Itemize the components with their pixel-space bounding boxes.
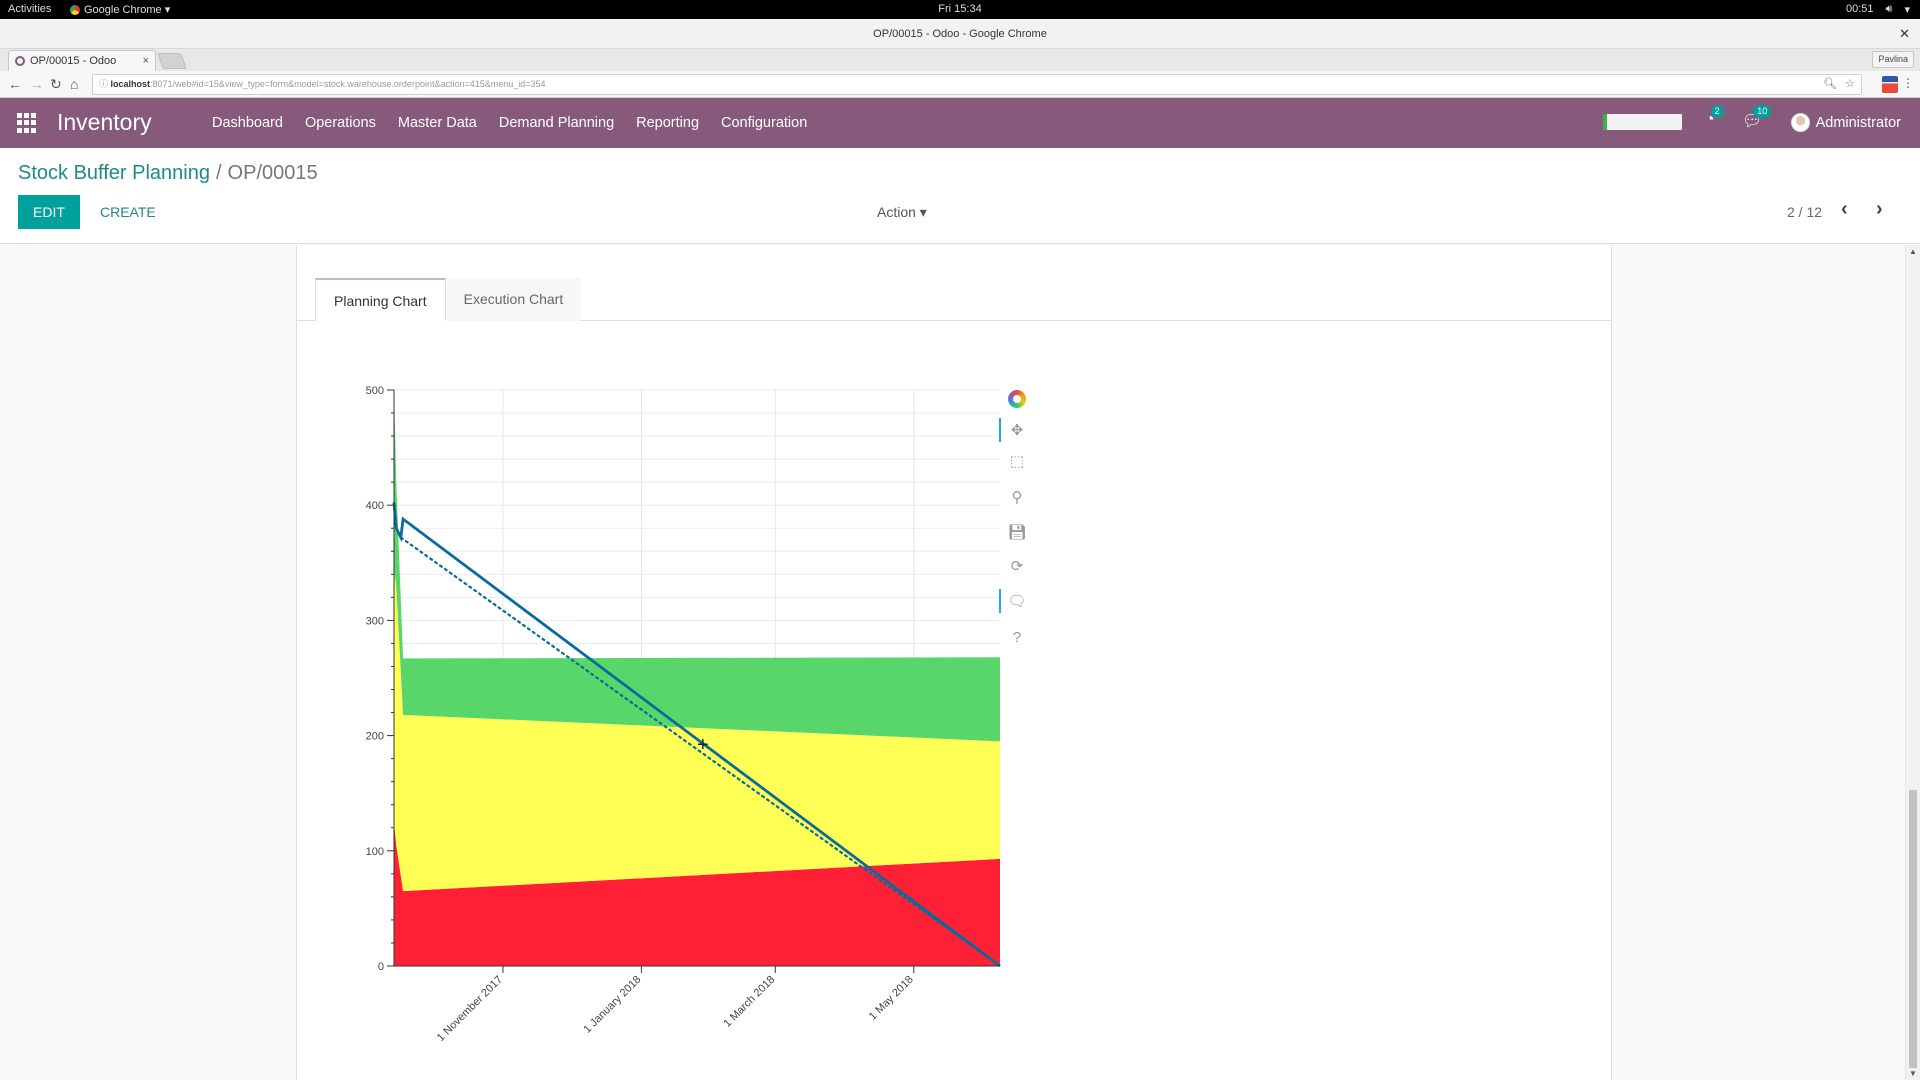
chrome-menu-icon[interactable]: ⋮ [1902, 76, 1914, 90]
app-menu[interactable]: Google Chrome ▾ [70, 3, 170, 16]
reload-icon[interactable]: ↻ [50, 75, 62, 93]
system-status[interactable]: 00:51 🔊︎ ▾ [1846, 3, 1910, 16]
os-top-bar: Activities Google Chrome ▾ Fri 15:34 00:… [0, 0, 1920, 19]
user-menu[interactable]: Administrator [1790, 113, 1901, 132]
bokeh-logo-icon[interactable] [1002, 385, 1032, 413]
chrome-icon [70, 4, 80, 15]
create-button[interactable]: CREATE [100, 204, 156, 220]
message-count-badge: 10 [1753, 105, 1772, 118]
main-menu: Dashboard Operations Master Data Demand … [212, 115, 807, 131]
pager-value[interactable]: 2 / 12 [1787, 204, 1822, 220]
activity-count-badge: 2 [1710, 105, 1724, 118]
menu-configuration[interactable]: Configuration [721, 115, 807, 131]
browser-tab-title: OP/00015 - Odoo [30, 55, 117, 67]
zoom-icon[interactable]: 🔍︎ [1823, 75, 1837, 94]
control-panel: Stock Buffer Planning / OP/00015 EDIT CR… [0, 148, 1920, 244]
odoo-favicon-icon [15, 56, 25, 66]
breadcrumb: Stock Buffer Planning / OP/00015 [18, 162, 318, 185]
wheel-zoom-tool-icon[interactable]: ⚲ [1002, 483, 1032, 511]
app-menu-label: Google Chrome ▾ [84, 4, 171, 16]
hover-tool-icon[interactable]: 🗨︎ [999, 587, 1032, 615]
profile-button[interactable]: Pavlina [1872, 51, 1914, 68]
y-tick-label: 500 [366, 385, 384, 397]
menu-demand-planning[interactable]: Demand Planning [499, 115, 614, 131]
avatar [1790, 113, 1810, 132]
power-icon: ▾ [1904, 4, 1910, 16]
browser-tab[interactable]: OP/00015 - Odoo × [8, 50, 156, 71]
window-close-icon[interactable]: ✕ [1899, 19, 1910, 49]
reset-tool-icon[interactable]: ⟳ [1002, 552, 1032, 580]
y-axis: 0 100 200 300 400 500 [366, 385, 395, 973]
pager-next-icon[interactable]: › [1876, 198, 1883, 221]
address-bar[interactable]: ⓘ localhost:8071/web#id=15&view_type=for… [92, 74, 1862, 95]
pan-tool-icon[interactable]: ✥ [999, 416, 1032, 444]
y-tick-label: 200 [366, 731, 384, 743]
tab-planning-chart[interactable]: Planning Chart [315, 278, 446, 321]
scroll-thumb[interactable] [1909, 790, 1917, 1068]
forward-icon[interactable]: → [30, 75, 44, 93]
edit-button[interactable]: EDIT [18, 195, 80, 229]
apps-menu-icon[interactable] [17, 113, 37, 133]
scroll-up-icon[interactable]: ▲ [1909, 247, 1917, 256]
close-tab-icon[interactable]: × [143, 55, 149, 67]
messages-icon[interactable]: 💬︎ 10 [1742, 105, 1772, 131]
volume-icon: 🔊︎ [1885, 3, 1893, 15]
menu-operations[interactable]: Operations [305, 115, 376, 131]
menu-reporting[interactable]: Reporting [636, 115, 699, 131]
url-host: localhost [110, 79, 151, 89]
x-axis: 1 November 2017 1 January 2018 1 March 201… [394, 965, 1000, 1044]
form-content: Planning Chart Execution Chart 0 100 200 30… [0, 245, 1905, 1080]
odoo-navbar: Inventory Dashboard Operations Master Da… [0, 98, 1920, 148]
menu-dashboard[interactable]: Dashboard [212, 115, 283, 131]
user-name: Administrator [1815, 114, 1901, 131]
browser-tabstrip: OP/00015 - Odoo × Pavlina [0, 49, 1920, 71]
activity-clock-icon[interactable]: ◔ 2 [1705, 105, 1724, 129]
activities-button[interactable]: Activities [8, 3, 51, 15]
timer-progress[interactable] [1603, 114, 1682, 130]
window-titlebar: OP/00015 - Odoo - Google Chrome ✕ [0, 19, 1920, 49]
clock[interactable]: Fri 15:34 [0, 3, 1920, 15]
x-tick-label: 1 November 2017 [435, 974, 505, 1044]
window-title: OP/00015 - Odoo - Google Chrome [873, 28, 1047, 40]
breadcrumb-separator: / [215, 162, 222, 184]
x-tick-label: 1 May 2018 [867, 974, 916, 1023]
breadcrumb-parent[interactable]: Stock Buffer Planning [18, 162, 210, 185]
band-green [394, 390, 1000, 742]
mouse-cursor-crosshair: + [697, 734, 709, 756]
x-tick-label: 1 January 2018 [581, 974, 643, 1036]
browser-toolbar: ← → ↻ ⌂ ⓘ localhost:8071/web#id=15&view_… [0, 71, 1920, 98]
y-tick-label: 300 [366, 615, 384, 627]
url-path: :8071/web#id=15&view_type=form&model=sto… [150, 79, 546, 89]
planning-chart[interactable]: 0 100 200 300 400 500 1 November 2017 1 Januar… [297, 245, 1613, 1080]
y-tick-label: 100 [366, 846, 384, 858]
page-scrollbar[interactable]: ▲ ▼ [1905, 245, 1920, 1080]
box-zoom-tool-icon[interactable]: ⬚ [1002, 447, 1032, 475]
scroll-down-icon[interactable]: ▼ [1909, 1069, 1917, 1078]
x-tick-label: 1 March 2018 [721, 974, 777, 1030]
y-tick-label: 0 [378, 961, 384, 973]
status-time: 00:51 [1846, 3, 1874, 15]
home-icon[interactable]: ⌂ [70, 75, 78, 93]
chart-bands [394, 390, 1000, 966]
form-sheet: Planning Chart Execution Chart 0 100 200 30… [296, 245, 1612, 1080]
action-dropdown[interactable]: Action ▾ [877, 204, 927, 221]
info-icon: ⓘ [99, 79, 111, 89]
breadcrumb-current: OP/00015 [227, 162, 318, 184]
back-icon[interactable]: ← [8, 75, 22, 93]
y-tick-label: 400 [366, 500, 384, 512]
app-name: Inventory [57, 109, 152, 135]
menu-master-data[interactable]: Master Data [398, 115, 477, 131]
bookmark-star-icon[interactable]: ☆ [1845, 75, 1855, 94]
new-tab-button[interactable] [157, 53, 187, 69]
pager-previous-icon[interactable]: ‹ [1841, 198, 1848, 221]
help-tool-icon[interactable]: ? [1002, 623, 1032, 651]
save-tool-icon[interactable]: 💾︎ [1002, 518, 1032, 546]
extension-icon[interactable] [1882, 76, 1898, 93]
